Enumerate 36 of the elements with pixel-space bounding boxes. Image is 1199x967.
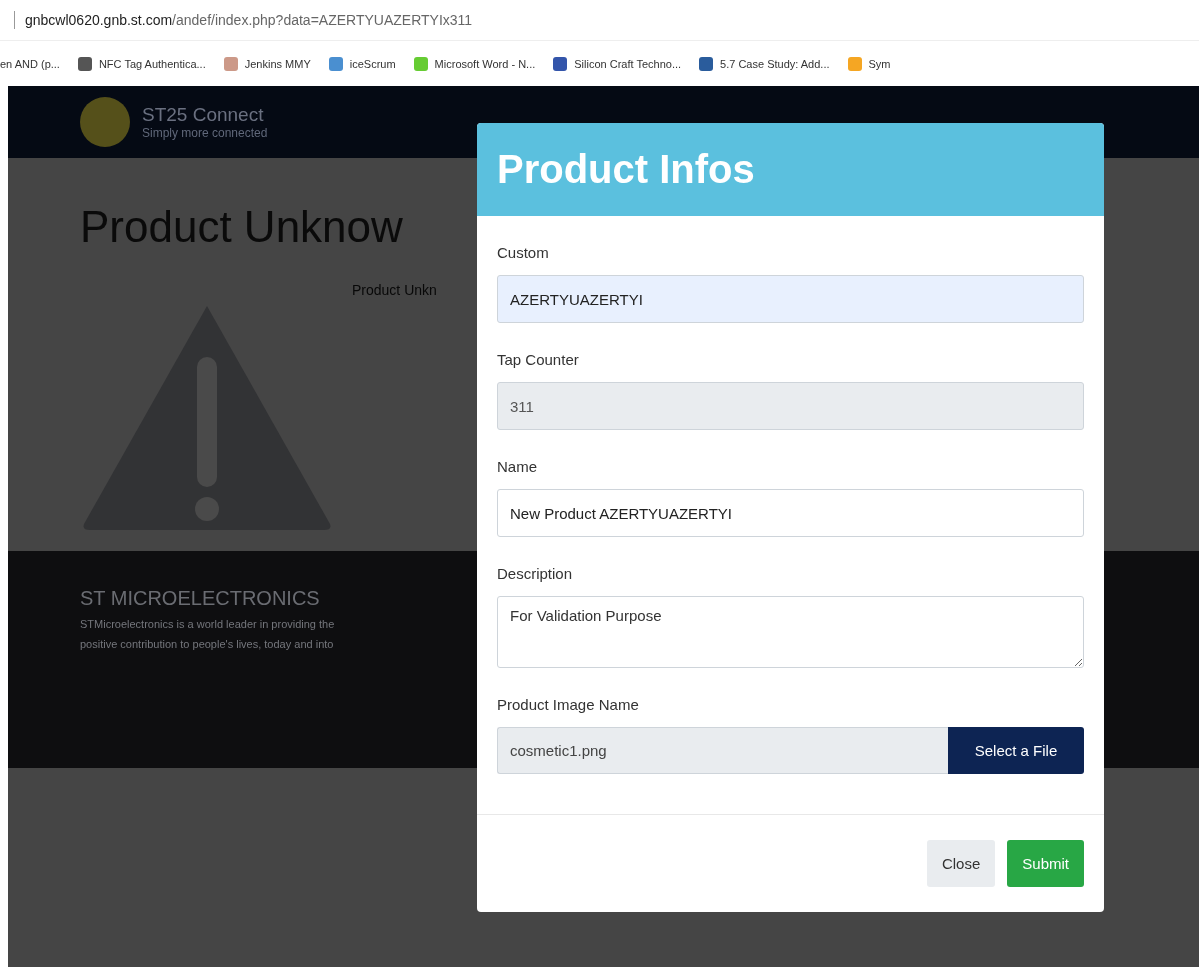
bookmark-icon bbox=[847, 56, 862, 71]
address-bar[interactable]: gnbcwl0620.gnb.st.com/andef/index.php?data=AZERTYUAZERTYIx311 bbox=[0, 0, 1199, 41]
input-field[interactable]: AZERTYUAZERTYI bbox=[497, 275, 1084, 323]
footer-title: ST MICROELECTRONICS bbox=[80, 587, 320, 610]
bookmark-icon bbox=[77, 56, 92, 71]
bookmark-link[interactable]: Sym bbox=[847, 56, 891, 71]
brand-title: ST25 Connect bbox=[142, 104, 265, 126]
textarea-field[interactable]: For Validation Purpose bbox=[497, 596, 1084, 668]
footer-text: positive contribution to people's lives, today and into bbox=[80, 638, 334, 650]
page-heading: Product Unknow bbox=[80, 202, 403, 252]
bookmark-icon bbox=[699, 56, 714, 71]
modal-title: Product Infos bbox=[497, 147, 755, 192]
url-host: gnbcwl0620.gnb.st.com bbox=[25, 12, 173, 28]
bookmark-icon bbox=[413, 56, 428, 71]
close-button[interactable]: Close bbox=[926, 840, 996, 887]
bookmark-icon bbox=[553, 56, 568, 71]
field-label: Tap Counter bbox=[497, 351, 579, 368]
bookmark-link[interactable]: Jenkins MMY bbox=[223, 56, 311, 71]
logo-icon bbox=[80, 97, 130, 147]
field-label: Custom bbox=[497, 244, 549, 261]
url-path: /andef/index.php?data=AZERTYUAZERTYIx311 bbox=[172, 12, 473, 28]
brand-subtitle: Simply more connected bbox=[142, 126, 268, 140]
field-label: Name bbox=[497, 458, 537, 475]
bookmark-icon bbox=[328, 56, 343, 71]
bookmark-link[interactable]: Silicon Craft Techno... bbox=[553, 56, 682, 71]
bookmark-link[interactable]: en AND (p... bbox=[0, 57, 60, 70]
bookmark-link[interactable]: iceScrum bbox=[328, 56, 396, 71]
field-label: Product Image Name bbox=[497, 696, 639, 713]
bookmark-icon bbox=[223, 56, 238, 71]
footer-text: STMicroelectronics is a world leader in providing the bbox=[80, 618, 335, 630]
bookmark-link[interactable]: Microsoft Word - N... bbox=[413, 56, 536, 71]
bookmark-link[interactable]: NFC Tag Authentica... bbox=[77, 56, 206, 71]
input-field[interactable]: New Product AZERTYUAZERTYI bbox=[497, 489, 1084, 537]
field-label: Description bbox=[497, 565, 573, 582]
bookmark-link[interactable]: 5.7 Case Study: Add... bbox=[699, 56, 830, 71]
page-message: Product Unkn bbox=[352, 282, 437, 298]
